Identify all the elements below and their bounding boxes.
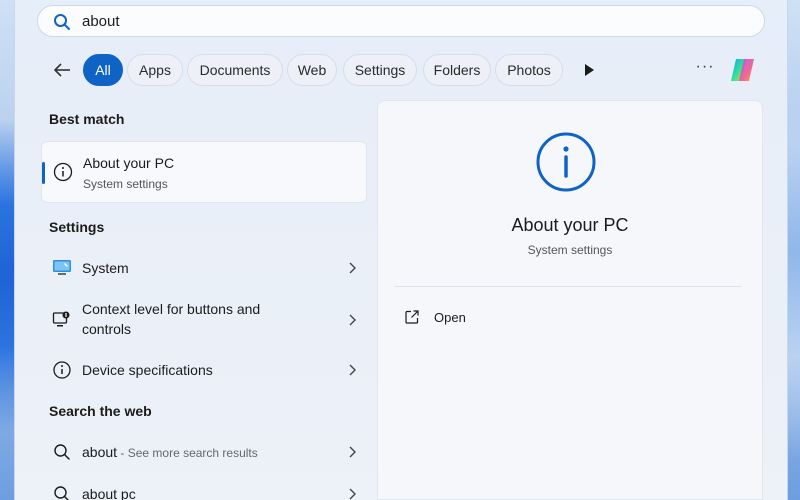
more-options-button[interactable]: ··· bbox=[695, 59, 715, 79]
settings-item-label: System bbox=[82, 260, 129, 276]
chevron-right-icon bbox=[349, 488, 356, 500]
chevron-right-icon bbox=[349, 314, 356, 326]
context-icon bbox=[52, 311, 70, 327]
web-result-item[interactable]: about pc bbox=[41, 482, 367, 500]
back-arrow-icon bbox=[54, 63, 70, 77]
filter-row: All Apps Documents Web Settings Folders … bbox=[15, 53, 789, 87]
back-button[interactable] bbox=[49, 57, 75, 83]
best-match-item[interactable]: About your PC System settings bbox=[41, 141, 367, 203]
best-match-heading: Best match bbox=[49, 111, 125, 127]
preview-pane: About your PC System settings Open bbox=[377, 100, 763, 500]
web-result-item[interactable]: about - See more search results bbox=[41, 440, 367, 464]
divider bbox=[394, 286, 742, 287]
filter-chip-settings[interactable]: Settings bbox=[343, 54, 417, 86]
web-result-term: about bbox=[82, 444, 118, 460]
open-external-icon bbox=[405, 310, 419, 324]
web-result-term: about pc bbox=[82, 486, 136, 500]
open-button[interactable]: Open bbox=[404, 307, 524, 329]
search-input[interactable] bbox=[82, 6, 742, 36]
settings-heading: Settings bbox=[49, 219, 105, 235]
search-web-heading: Search the web bbox=[49, 403, 152, 419]
settings-item-label: Device specifications bbox=[82, 362, 213, 378]
results-list: Best match About your PC System settings… bbox=[15, 100, 375, 500]
filter-chip-all[interactable]: All bbox=[83, 54, 123, 86]
best-match-title: About your PC bbox=[83, 155, 175, 171]
chevron-right-icon bbox=[349, 262, 356, 274]
search-panel: All Apps Documents Web Settings Folders … bbox=[14, 0, 788, 500]
settings-item-label: Context level for buttons and controls bbox=[82, 301, 261, 337]
preview-subtitle: System settings bbox=[527, 243, 613, 257]
filter-chip-web[interactable]: Web bbox=[287, 54, 337, 86]
preview-title: About your PC bbox=[511, 215, 629, 235]
search-icon bbox=[54, 486, 70, 500]
selection-indicator bbox=[42, 162, 45, 184]
settings-item-context-level[interactable]: Context level for buttons and controls bbox=[41, 298, 367, 342]
chevron-right-icon bbox=[349, 364, 356, 376]
best-match-subtitle: System settings bbox=[83, 177, 168, 191]
search-box[interactable] bbox=[37, 5, 765, 37]
filter-chip-apps[interactable]: Apps bbox=[127, 54, 183, 86]
filter-chip-folders[interactable]: Folders bbox=[423, 54, 491, 86]
settings-item-device-specifications[interactable]: Device specifications bbox=[41, 358, 367, 382]
play-icon[interactable] bbox=[582, 62, 596, 78]
copilot-icon[interactable] bbox=[727, 56, 759, 84]
filter-chip-documents[interactable]: Documents bbox=[187, 54, 283, 86]
filter-chip-photos[interactable]: Photos bbox=[495, 54, 563, 86]
search-icon bbox=[54, 14, 70, 30]
chevron-right-icon bbox=[349, 446, 356, 458]
info-icon bbox=[53, 162, 73, 182]
info-icon bbox=[53, 361, 71, 379]
info-icon bbox=[536, 132, 596, 192]
monitor-icon bbox=[53, 260, 71, 275]
web-result-hint: - See more search results bbox=[117, 446, 258, 460]
settings-item-system[interactable]: System bbox=[41, 256, 367, 280]
search-icon bbox=[54, 444, 70, 460]
open-label: Open bbox=[434, 310, 466, 325]
